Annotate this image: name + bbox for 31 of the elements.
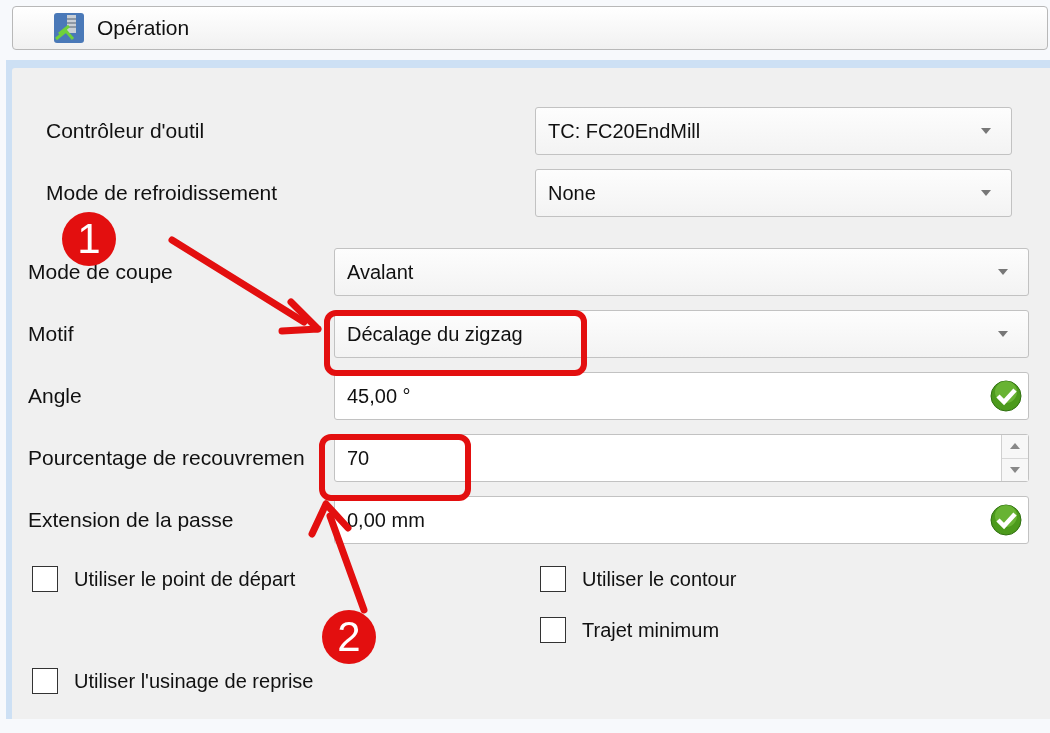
checkbox[interactable] [32, 566, 58, 592]
checkbox-label: Utiliser le point de départ [74, 567, 296, 591]
checkbox-label: Utiliser le contour [582, 567, 737, 591]
checkbox[interactable] [540, 566, 566, 592]
caret-icon [998, 331, 1008, 337]
checkbox-label: Trajet minimum [582, 618, 720, 642]
input-field[interactable]: 45,00 ° [334, 372, 1029, 420]
checkbox[interactable] [32, 668, 58, 694]
up-arrow-icon [1010, 443, 1020, 450]
spin-box[interactable]: 70 [334, 434, 1029, 482]
caret-icon [998, 269, 1008, 275]
checkbox[interactable] [540, 617, 566, 643]
dropdown[interactable]: Avalant [334, 248, 1029, 296]
dropdown[interactable]: Décalage du zigzag [334, 310, 1029, 358]
spin-down-button[interactable] [1002, 457, 1028, 481]
caret-icon [981, 128, 991, 134]
input-field[interactable]: 0,00 mm [334, 496, 1029, 544]
spin-up-button[interactable] [1002, 435, 1028, 458]
down-arrow-icon [1010, 466, 1020, 473]
checkbox-label: Utiliser l'usinage de reprise [74, 669, 314, 693]
caret-icon [981, 190, 991, 196]
field-label: Motif [28, 322, 75, 346]
field-label: Contrôleur d'outil [46, 119, 206, 143]
field-label: Pourcentage de recouvremen [28, 446, 306, 470]
field-label: Mode de refroidissement [46, 181, 279, 205]
header-title: Opération [97, 16, 190, 40]
field-label: Angle [28, 384, 83, 408]
field-label: Extension de la passe [28, 508, 235, 532]
tool-icon [53, 12, 85, 44]
dropdown[interactable]: TC: FC20EndMill [535, 107, 1012, 155]
dropdown[interactable]: None [535, 169, 1012, 217]
